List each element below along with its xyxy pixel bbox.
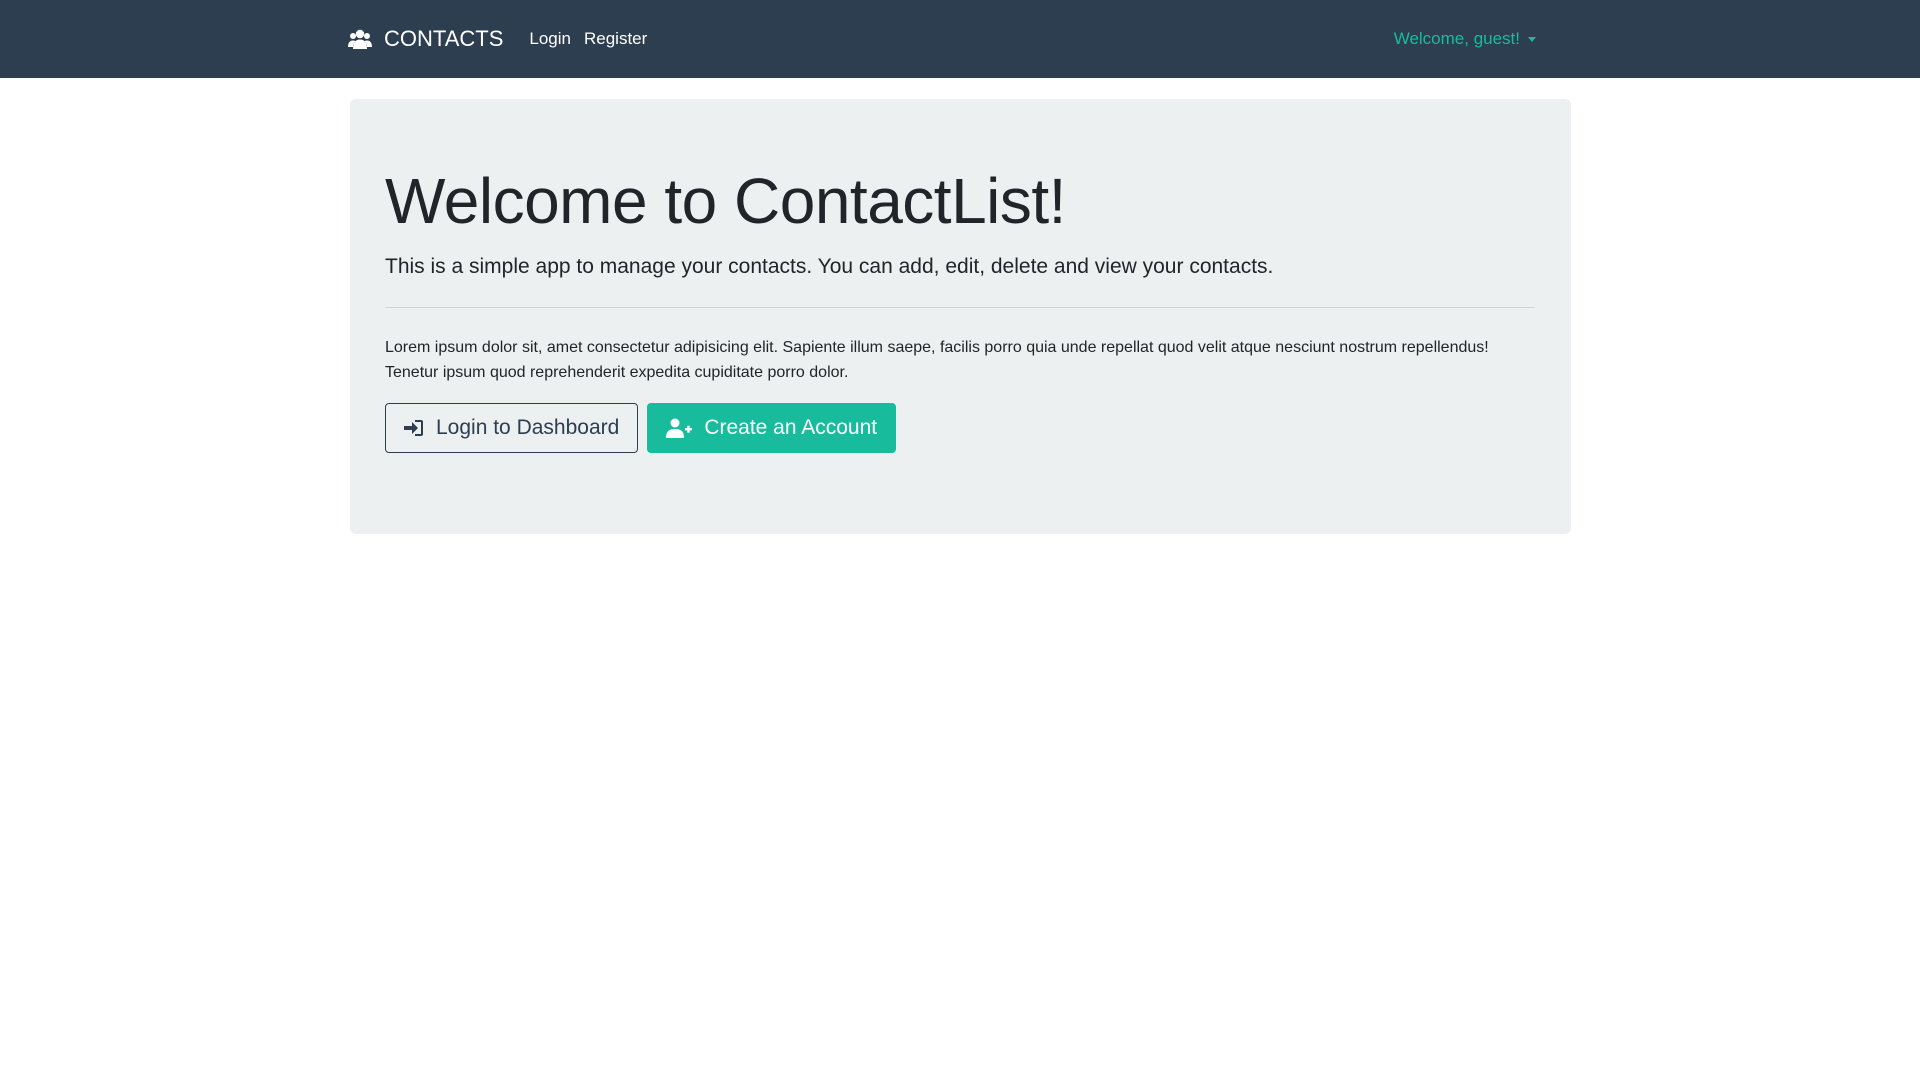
user-menu-dropdown[interactable]: Welcome, guest! <box>1394 29 1536 49</box>
sign-in-icon <box>404 419 424 437</box>
navbar-container: CONTACTS Login Register Welcome, guest! <box>348 0 1572 78</box>
brand-label: CONTACTS <box>384 26 504 51</box>
users-icon <box>348 28 372 50</box>
nav-link-register[interactable]: Register <box>584 29 647 49</box>
create-account-button[interactable]: Create an Account <box>647 403 897 453</box>
divider <box>385 307 1535 308</box>
body-text: Lorem ipsum dolor sit, amet consectetur … <box>385 339 1489 381</box>
create-account-label: Create an Account <box>704 416 878 439</box>
action-buttons: Login to Dashboard Create an Account <box>385 403 1535 453</box>
user-menu-label: Welcome, guest! <box>1393 29 1520 48</box>
login-dashboard-button[interactable]: Login to Dashboard <box>385 403 639 453</box>
lead-text: This is a simple app to manage your cont… <box>385 255 1274 278</box>
page-title: Welcome to ContactList! <box>385 165 1066 237</box>
welcome-jumbotron: Welcome to ContactList! This is a simple… <box>350 99 1571 534</box>
nav-link-login[interactable]: Login <box>529 29 571 49</box>
login-dashboard-label: Login to Dashboard <box>436 416 620 439</box>
top-navbar: CONTACTS Login Register Welcome, guest! <box>0 0 1920 78</box>
user-plus-icon <box>666 418 693 438</box>
jumbotron-content: Welcome to ContactList! This is a simple… <box>385 169 1535 453</box>
brand-link[interactable]: CONTACTS <box>348 26 503 52</box>
caret-down-icon <box>1528 36 1536 42</box>
